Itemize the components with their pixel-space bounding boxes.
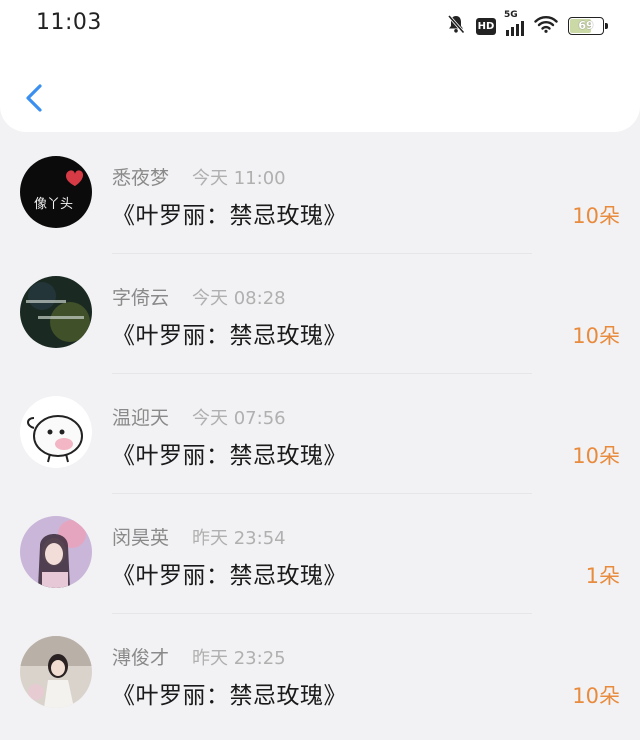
sender-name: 温迎天 (112, 407, 170, 429)
timestamp: 今天 07:56 (192, 408, 286, 429)
network-type-label: 5G (504, 10, 518, 20)
status-time: 11:03 (36, 10, 102, 35)
avatar-caption: 像丫头 (34, 197, 73, 212)
wifi-icon (534, 15, 558, 37)
flower-count: 10朵 (572, 684, 620, 708)
gift-title: 《叶罗丽：禁忌玫瑰》 (112, 563, 347, 589)
avatar[interactable]: 像丫头 (20, 156, 92, 228)
gift-title: 《叶罗丽：禁忌玫瑰》 (112, 683, 347, 709)
gift-record-list: 像丫头 悉夜梦 今天 11:00 《叶罗丽：禁忌玫瑰》 10朵 字倚云 今天 0… (0, 136, 640, 736)
avatar[interactable] (20, 516, 92, 588)
avatar[interactable] (20, 636, 92, 708)
timestamp: 今天 08:28 (192, 288, 286, 309)
mute-bell-icon (446, 14, 466, 38)
flower-count: 1朵 (585, 564, 620, 588)
hd-badge: HD (476, 17, 496, 35)
sender-name: 闵昊英 (112, 527, 170, 549)
status-icons: HD 5G 69 (446, 10, 608, 38)
battery-icon: 69 (568, 17, 608, 35)
list-item[interactable]: 像丫头 悉夜梦 今天 11:00 《叶罗丽：禁忌玫瑰》 10朵 (0, 136, 640, 256)
timestamp: 昨天 23:25 (192, 648, 286, 669)
list-item[interactable]: 闵昊英 昨天 23:54 《叶罗丽：禁忌玫瑰》 1朵 (0, 496, 640, 616)
divider (112, 373, 532, 374)
list-item[interactable]: 字倚云 今天 08:28 《叶罗丽：禁忌玫瑰》 10朵 (0, 256, 640, 376)
timestamp: 今天 11:00 (192, 168, 286, 189)
gift-title: 《叶罗丽：禁忌玫瑰》 (112, 323, 347, 349)
divider (112, 253, 532, 254)
chevron-left-icon (26, 84, 42, 112)
avatar[interactable] (20, 276, 92, 348)
sender-name: 字倚云 (112, 287, 170, 309)
timestamp: 昨天 23:54 (192, 528, 286, 549)
flower-count: 10朵 (572, 444, 620, 468)
header-bar: 11:03 HD 5G 69 (0, 0, 640, 132)
flower-count: 10朵 (572, 204, 620, 228)
sender-name: 溥俊才 (112, 647, 170, 669)
cellular-signal-icon: 5G (504, 10, 524, 36)
list-item[interactable]: 溥俊才 昨天 23:25 《叶罗丽：禁忌玫瑰》 10朵 (0, 616, 640, 736)
gift-title: 《叶罗丽：禁忌玫瑰》 (112, 443, 347, 469)
avatar[interactable] (20, 396, 92, 468)
divider (112, 613, 532, 614)
gift-title: 《叶罗丽：禁忌玫瑰》 (112, 203, 347, 229)
battery-level: 69 (578, 19, 594, 32)
back-button[interactable] (20, 78, 52, 118)
battery-nub (605, 23, 608, 29)
flower-count: 10朵 (572, 324, 620, 348)
divider (112, 493, 532, 494)
sender-name: 悉夜梦 (112, 167, 170, 189)
list-item[interactable]: 温迎天 今天 07:56 《叶罗丽：禁忌玫瑰》 10朵 (0, 376, 640, 496)
